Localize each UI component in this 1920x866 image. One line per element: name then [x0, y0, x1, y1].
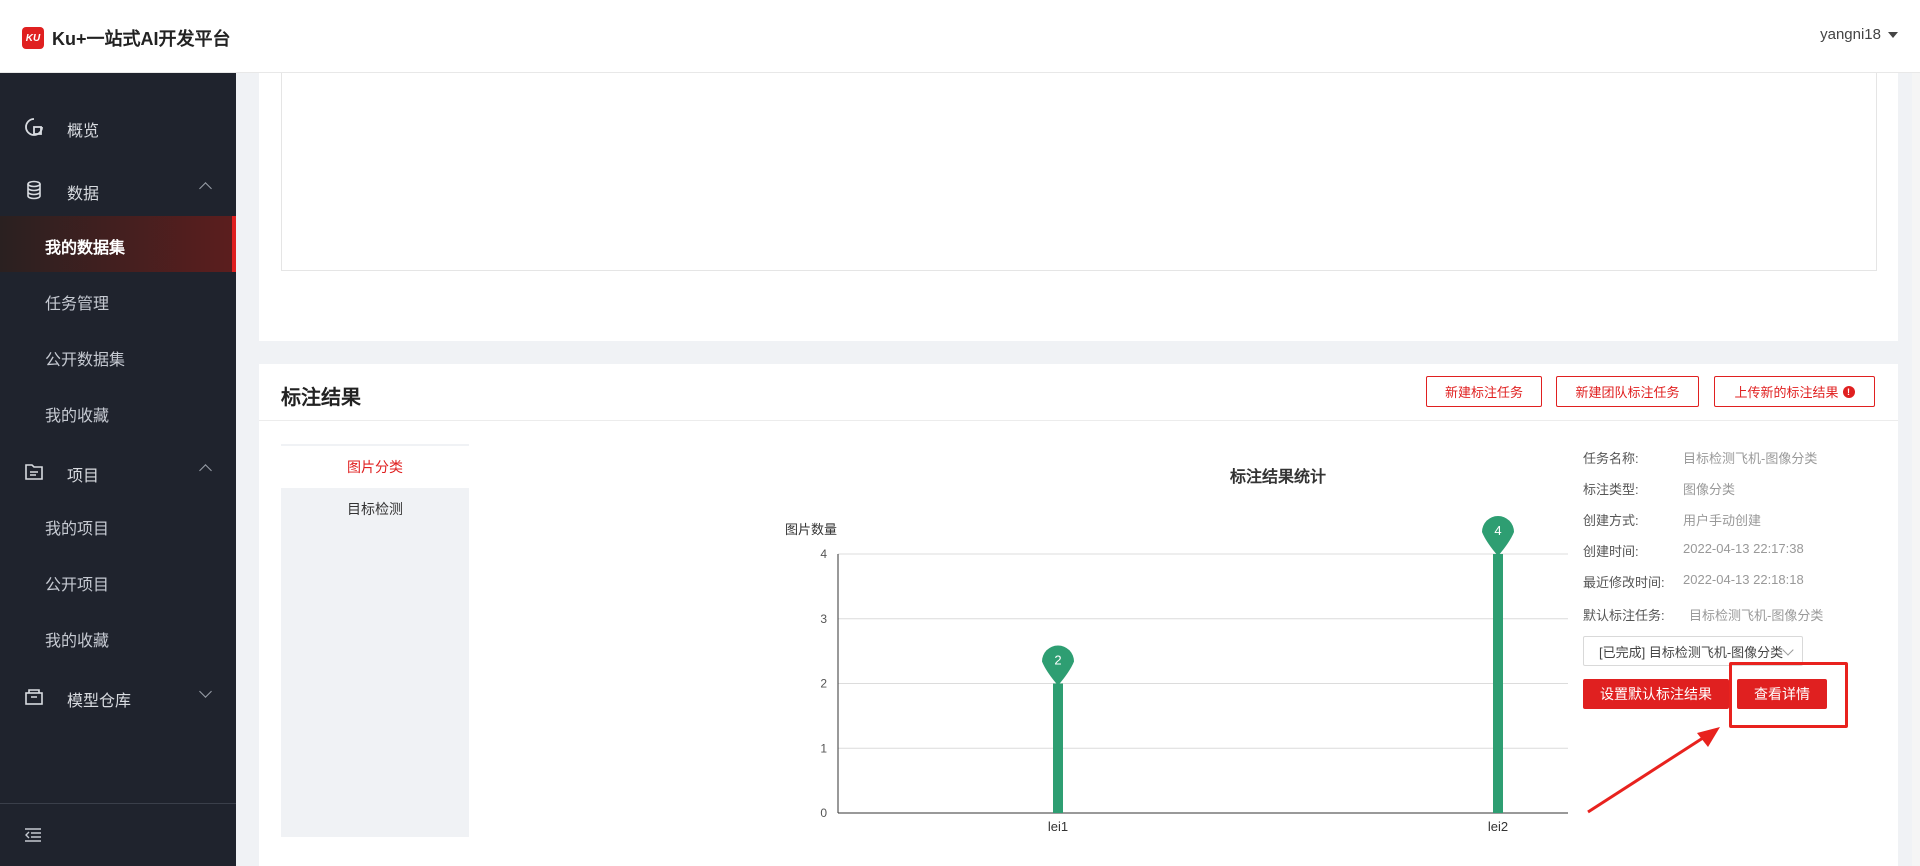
database-icon: [27, 180, 41, 200]
sidebar-group-label: 项目: [67, 468, 100, 485]
highlight-annotation-box: [1729, 662, 1848, 728]
y-tick-label: 1: [820, 741, 827, 755]
y-tick-label: 2: [820, 677, 827, 691]
info-row-modified-time: 最近修改时间: 2022-04-13 22:18:18: [1583, 572, 1903, 592]
alert-icon: !: [1842, 385, 1855, 398]
preview-area: [281, 73, 1877, 271]
page-scrollbar[interactable]: [1912, 73, 1920, 866]
info-value: 2022-04-13 22:18:18: [1683, 572, 1804, 587]
project-icon: [25, 464, 43, 480]
button-label: 设置默认标注结果: [1600, 686, 1712, 702]
y-axis-label: 图片数量: [785, 522, 837, 537]
data-label: 4: [1494, 523, 1501, 538]
button-label: 上传新的标注结果: [1734, 385, 1839, 400]
app-title: Ku+一站式AI开发平台: [52, 29, 231, 49]
data-label: 2: [1054, 653, 1061, 668]
chevron-up-icon: [199, 464, 212, 477]
button-label: 新建团队标注任务: [1575, 385, 1680, 400]
x-tick-label: lei2: [1488, 819, 1508, 834]
sidebar-group-data[interactable]: 数据: [0, 168, 236, 212]
sidebar-item-project-favorites[interactable]: 我的收藏: [0, 609, 236, 665]
y-tick-label: 4: [820, 547, 827, 561]
sidebar-item-public-datasets[interactable]: 公开数据集: [0, 328, 236, 384]
tab-image-classification[interactable]: 图片分类: [281, 446, 469, 488]
bar: [1493, 554, 1503, 813]
info-key: 创建时间:: [1583, 544, 1639, 559]
info-value: 目标检测飞机-图像分类: [1683, 451, 1818, 466]
new-team-annotation-task-button[interactable]: 新建团队标注任务: [1556, 376, 1699, 407]
chart-title: 标注结果统计: [1229, 467, 1326, 486]
upload-annotation-results-button[interactable]: 上传新的标注结果 !: [1714, 376, 1875, 407]
tab-object-detection[interactable]: 目标检测: [281, 488, 469, 530]
username: yangni18: [1820, 26, 1881, 43]
preview-card: [259, 73, 1898, 341]
sidebar-group-label: 概览: [67, 123, 100, 140]
annotation-type-tabs: 图片分类 目标检测: [281, 444, 469, 837]
sidebar-item-label: 我的数据集: [45, 240, 126, 257]
sidebar-group-model-repo[interactable]: 模型仓库: [0, 675, 236, 719]
sidebar-item-public-projects[interactable]: 公开项目: [0, 553, 236, 609]
user-menu[interactable]: yangni18: [1820, 26, 1898, 43]
top-header: KU Ku+一站式AI开发平台 yangni18: [0, 0, 1920, 73]
sidebar-item-label: 我的收藏: [45, 408, 110, 425]
sidebar-item-label: 公开项目: [45, 577, 110, 594]
info-row-annotation-type: 标注类型: 图像分类: [1583, 479, 1903, 499]
info-key: 标注类型:: [1583, 482, 1639, 497]
sidebar-footer: [0, 803, 236, 866]
collapse-menu-icon[interactable]: [24, 828, 42, 842]
sidebar-group-project[interactable]: 项目: [0, 450, 236, 494]
y-tick-label: 0: [820, 806, 827, 820]
sidebar-item-label: 任务管理: [45, 296, 110, 313]
info-value: 目标检测飞机-图像分类: [1689, 608, 1824, 623]
info-row-default-task: 默认标注任务: 目标检测飞机-图像分类: [1583, 605, 1903, 625]
bar: [1053, 683, 1063, 813]
sidebar-group-label: 数据: [67, 186, 100, 203]
info-value: 2022-04-13 22:17:38: [1683, 541, 1804, 556]
info-value: 图像分类: [1683, 482, 1736, 497]
logo-icon: KU: [22, 27, 44, 49]
sidebar-item-label: 我的项目: [45, 521, 110, 538]
chevron-up-icon: [199, 182, 212, 195]
sidebar-group-overview[interactable]: 概览: [0, 105, 236, 149]
app-logo[interactable]: KU Ku+一站式AI开发平台: [22, 25, 231, 51]
model-repo-icon: [25, 689, 43, 705]
sidebar-item-my-datasets[interactable]: 我的数据集: [0, 216, 236, 272]
info-row-task-name: 任务名称: 目标检测飞机-图像分类: [1583, 448, 1903, 468]
info-key: 创建方式:: [1583, 513, 1639, 528]
sidebar: 概览 数据 我的数据集 任务管理 公开数据集 我的收藏 项目 我的项目 公开项目…: [0, 73, 236, 866]
sidebar-item-label: 我的收藏: [45, 633, 110, 650]
annotation-stats-chart: 标注结果统计图片数量标签01234lei12lei24: [785, 467, 1568, 834]
section-title: 标注结果: [281, 387, 361, 409]
chevron-down-icon: [199, 685, 212, 698]
chevron-down-icon: [1782, 644, 1794, 656]
info-key: 默认标注任务:: [1583, 608, 1665, 623]
info-key: 任务名称:: [1583, 451, 1639, 466]
sidebar-item-label: 公开数据集: [45, 352, 126, 369]
info-row-creation-method: 创建方式: 用户手动创建: [1583, 510, 1903, 530]
info-key: 最近修改时间:: [1583, 575, 1665, 590]
x-tick-label: lei1: [1048, 819, 1068, 834]
sidebar-item-my-projects[interactable]: 我的项目: [0, 497, 236, 553]
info-row-created-time: 创建时间: 2022-04-13 22:17:38: [1583, 541, 1903, 561]
sidebar-group-label: 模型仓库: [67, 693, 132, 710]
select-value: [已完成] 目标检测飞机-图像分类: [1599, 644, 1784, 660]
overview-icon: [25, 118, 43, 136]
pointer-arrow-icon: [1587, 727, 1720, 814]
info-value: 用户手动创建: [1683, 513, 1762, 528]
sidebar-item-data-favorites[interactable]: 我的收藏: [0, 384, 236, 440]
y-tick-label: 3: [820, 612, 827, 626]
caret-down-icon: [1888, 31, 1898, 38]
set-default-result-button[interactable]: 设置默认标注结果: [1583, 679, 1729, 709]
sidebar-item-task-management[interactable]: 任务管理: [0, 272, 236, 328]
